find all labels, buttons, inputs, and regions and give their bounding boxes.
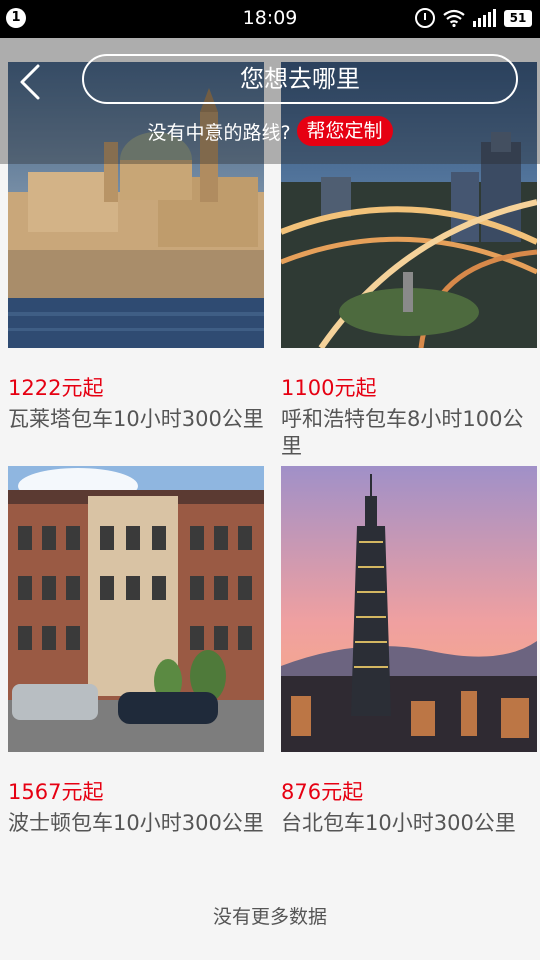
route-name: 台北包车10小时300公里 bbox=[281, 811, 516, 835]
subtitle-text: 没有中意的路线? bbox=[147, 121, 291, 144]
signal-icon bbox=[473, 9, 496, 27]
alarm-icon bbox=[415, 8, 435, 28]
route-price: 1222元起 bbox=[8, 376, 104, 400]
route-card-taipei[interactable]: 876元起 台北包车10小时300公里 bbox=[281, 466, 537, 837]
route-image-taipei[interactable] bbox=[281, 466, 537, 752]
header: 您想去哪里 没有中意的路线? 帮您定制 bbox=[0, 38, 540, 164]
chevron-left-icon bbox=[20, 64, 40, 100]
status-bar: 1 18:09 51 bbox=[0, 0, 540, 38]
back-button[interactable] bbox=[14, 62, 48, 102]
route-price: 876元起 bbox=[281, 780, 364, 804]
route-card-boston[interactable]: 1567元起 波士顿包车10小时300公里 bbox=[8, 466, 264, 837]
route-price: 1567元起 bbox=[8, 780, 104, 804]
custom-route-row: 没有中意的路线? 帮您定制 bbox=[0, 116, 540, 146]
destination-search[interactable]: 您想去哪里 bbox=[82, 54, 518, 104]
wifi-icon bbox=[443, 9, 465, 27]
custom-route-button[interactable]: 帮您定制 bbox=[296, 116, 393, 146]
no-more-data-text: 没有更多数据 bbox=[212, 906, 327, 928]
route-name: 瓦莱塔包车10小时300公里 bbox=[8, 407, 264, 431]
route-image-boston[interactable] bbox=[8, 466, 264, 752]
battery-icon: 51 bbox=[504, 9, 532, 27]
route-name: 波士顿包车10小时300公里 bbox=[8, 811, 264, 835]
route-price: 1100元起 bbox=[281, 376, 377, 400]
route-name: 呼和浩特包车8小时100公里 bbox=[281, 407, 524, 458]
